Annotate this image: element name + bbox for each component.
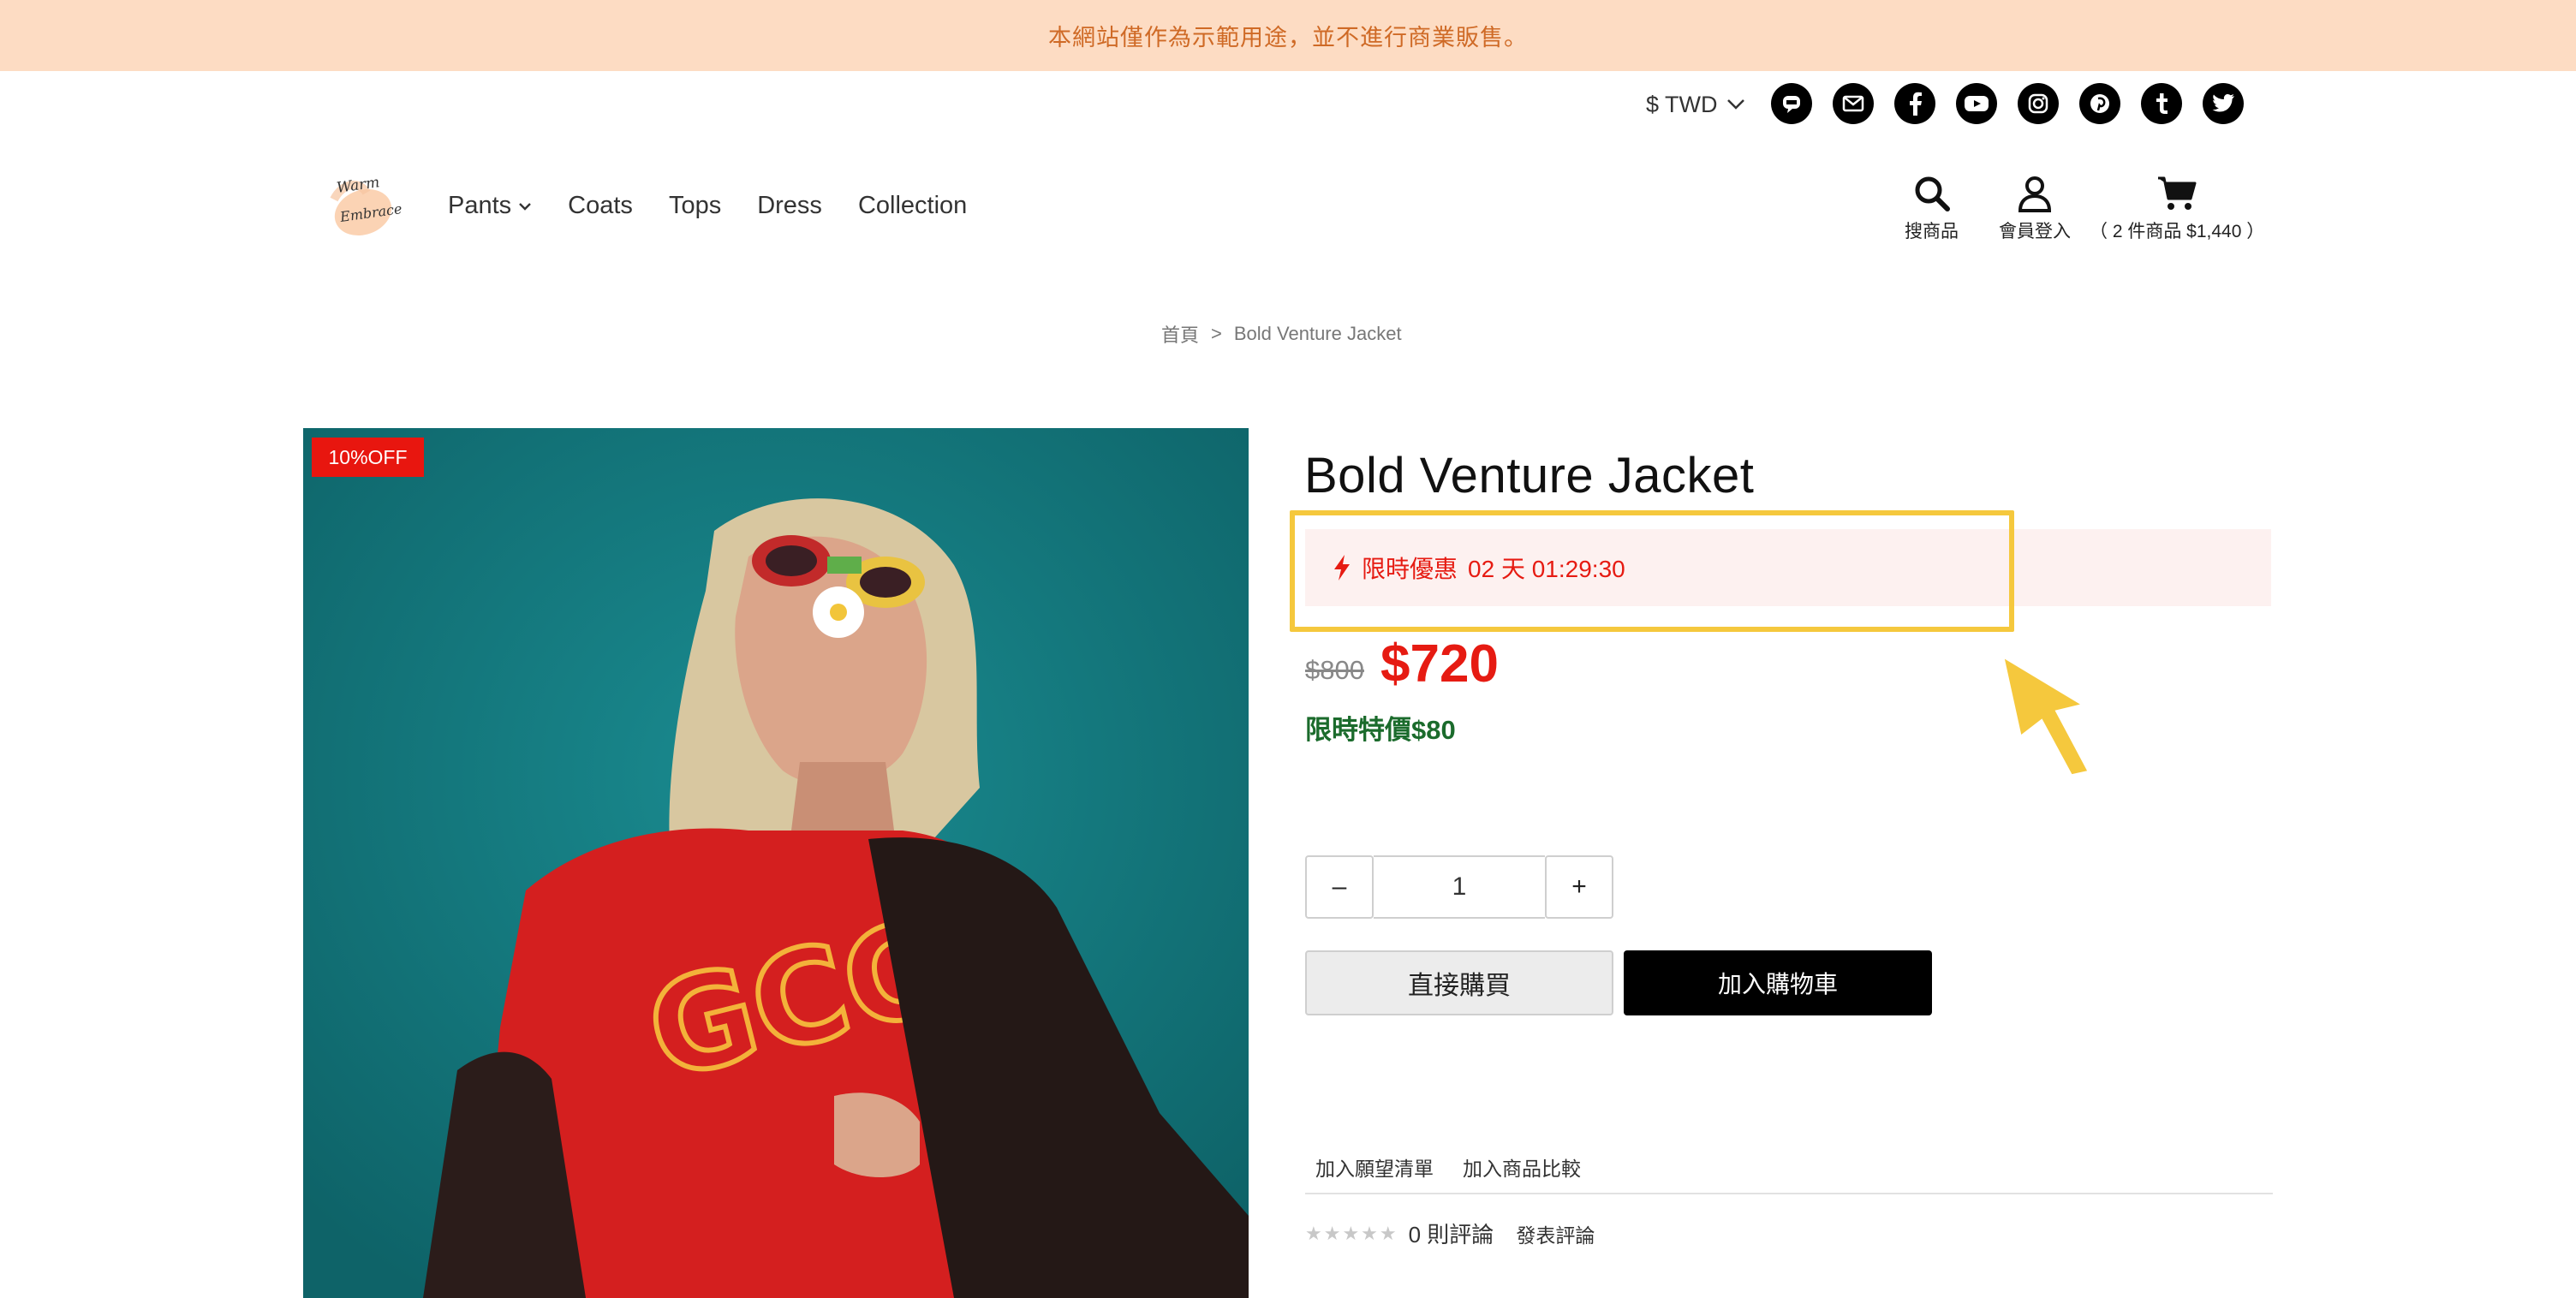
rating-stars-icon: ★★★★★	[1305, 1222, 1398, 1244]
buy-now-button[interactable]: 直接購買	[1305, 950, 1613, 1015]
logo-graphic: Warm Embrace	[330, 174, 403, 236]
twitter-icon[interactable]	[2203, 83, 2244, 124]
quantity-stepper: – 1 +	[1305, 855, 1613, 919]
instagram-icon[interactable]	[2018, 83, 2059, 124]
nav-item-dress[interactable]: Dress	[757, 192, 822, 220]
sale-price: $720	[1380, 634, 1499, 694]
currency-label: $ TWD	[1646, 91, 1718, 117]
quantity-input[interactable]: 1	[1374, 855, 1545, 919]
chevron-down-icon	[519, 202, 532, 211]
chevron-down-icon	[1726, 99, 1744, 110]
discount-badge-text: 10%OFF	[328, 445, 408, 468]
add-to-wishlist-link[interactable]: 加入願望清單	[1315, 1152, 1434, 1182]
original-price: $800	[1305, 655, 1364, 685]
add-to-compare-link[interactable]: 加入商品比較	[1463, 1152, 1581, 1182]
nav-item-label: Collection	[857, 192, 968, 219]
nav-item-label: Dress	[757, 192, 822, 219]
write-review-link[interactable]: 發表評論	[1516, 1219, 1595, 1248]
nav-item-pants[interactable]: Pants	[448, 192, 532, 220]
main-nav: Pants Coats Tops Dress Collection	[448, 192, 967, 220]
notice-banner: 本網站僅作為示範用途，並不進行商業販售。	[0, 0, 2576, 71]
highlight-annotation-box	[1290, 510, 2014, 632]
product-photo: GCG	[303, 428, 1249, 1298]
social-links	[1771, 83, 2244, 124]
product-image[interactable]: GCG	[303, 428, 1249, 1298]
account-button[interactable]: 會員登入	[1999, 175, 2071, 243]
search-label: 搜商品	[1905, 222, 1959, 241]
nav-item-label: Coats	[568, 192, 633, 219]
cart-icon	[2158, 176, 2197, 210]
product-secondary-links: 加入願望清單 加入商品比較	[1315, 1152, 1581, 1182]
cart-summary: （ 2 件商品 $1,440 ）	[2090, 222, 2265, 241]
add-to-cart-button[interactable]: 加入購物車	[1624, 950, 1932, 1015]
discount-badge: 10%OFF	[312, 438, 424, 477]
account-label: 會員登入	[1999, 222, 2071, 241]
rating-row: ★★★★★ 0 則評論 發表評論	[1305, 1218, 1595, 1249]
cart-button[interactable]: （ 2 件商品 $1,440 ）	[2090, 175, 2264, 243]
search-button[interactable]: 搜商品	[1905, 175, 1959, 243]
breadcrumb-current: Bold Venture Jacket	[1233, 323, 1402, 344]
email-icon[interactable]	[1833, 83, 1874, 124]
nav-item-label: Pants	[448, 192, 512, 219]
currency-selector[interactable]: $ TWD	[1646, 88, 1745, 121]
pointer-arrow-icon	[2004, 658, 2088, 775]
tumblr-icon[interactable]	[2141, 83, 2182, 124]
facebook-icon[interactable]	[1894, 83, 1935, 124]
breadcrumb: 首頁 > Bold Venture Jacket	[1161, 320, 1402, 348]
breadcrumb-separator: >	[1211, 323, 1222, 344]
nav-item-tops[interactable]: Tops	[669, 192, 721, 220]
search-icon	[1915, 176, 1950, 211]
pinterest-icon[interactable]	[2079, 83, 2120, 124]
breadcrumb-home[interactable]: 首頁	[1161, 320, 1199, 348]
product-title: Bold Venture Jacket	[1304, 448, 1755, 503]
nav-item-label: Tops	[668, 192, 722, 219]
notice-banner-text: 本網站僅作為示範用途，並不進行商業販售。	[1048, 25, 1528, 51]
line-icon[interactable]	[1771, 83, 1812, 124]
nav-item-coats[interactable]: Coats	[568, 192, 633, 220]
special-price-note: 限時特價$80	[1305, 715, 1456, 745]
store-logo[interactable]: Warm Embrace	[322, 165, 404, 247]
divider	[1305, 1193, 2273, 1194]
quantity-decrease-button[interactable]: –	[1305, 855, 1374, 919]
quantity-increase-button[interactable]: +	[1545, 855, 1613, 919]
review-count: 0 則評論	[1408, 1222, 1494, 1247]
nav-item-collection[interactable]: Collection	[858, 192, 967, 220]
user-icon	[2018, 176, 2052, 212]
youtube-icon[interactable]	[1956, 83, 1997, 124]
